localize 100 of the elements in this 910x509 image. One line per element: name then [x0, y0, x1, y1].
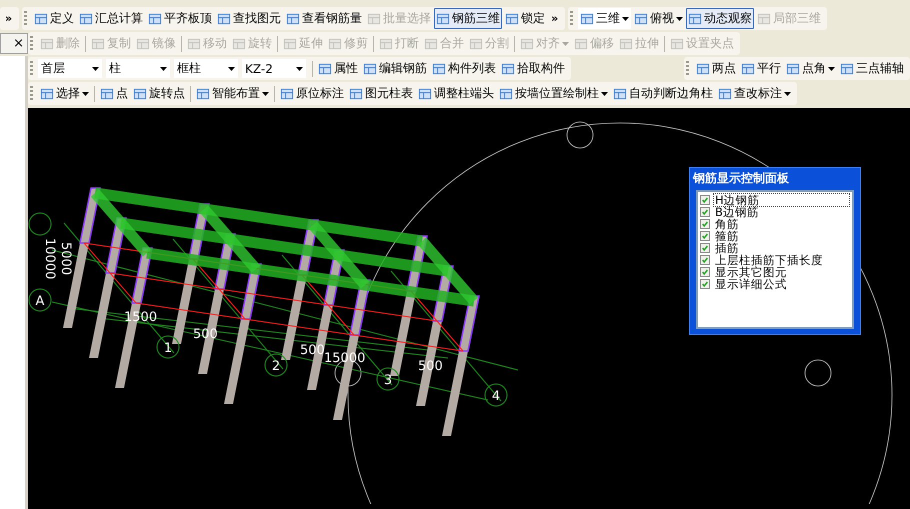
- toolbar-button[interactable]: 钢筋三维: [434, 8, 502, 29]
- tool-icon: [840, 62, 854, 76]
- tool-icon: [328, 36, 342, 50]
- checkbox[interactable]: [700, 279, 710, 289]
- toolbar-button[interactable]: 选择: [38, 83, 91, 104]
- tool-icon: [318, 62, 332, 76]
- level-dropdown[interactable]: KZ-2: [242, 59, 306, 78]
- caret-icon: [784, 92, 791, 96]
- checkbox[interactable]: [700, 219, 710, 229]
- toolbar-button[interactable]: 点: [98, 83, 130, 104]
- toolbar-button[interactable]: 查找图元: [215, 8, 284, 29]
- checkbox-label[interactable]: 角筋: [713, 217, 741, 231]
- toolbar-button[interactable]: 智能布置: [194, 83, 271, 104]
- toolbar-button[interactable]: 属性: [316, 58, 360, 79]
- toolbar-button[interactable]: 点角: [784, 58, 837, 79]
- tool-icon: [718, 86, 732, 100]
- level-dropdown[interactable]: 首层: [38, 59, 102, 78]
- toolbar-button[interactable]: 原位标注: [278, 83, 346, 104]
- caret-icon: [562, 42, 569, 46]
- toolbar-button[interactable]: 三维: [578, 8, 632, 29]
- toolbar-button[interactable]: 编辑钢筋: [361, 58, 429, 79]
- tool-icon: [367, 12, 382, 26]
- tool-icon: [499, 86, 513, 100]
- tool-icon: [34, 12, 48, 26]
- toolbar-button[interactable]: 查看钢筋量: [284, 8, 364, 29]
- axis-bubble: [156, 336, 180, 358]
- toolbar-button[interactable]: 平齐板顶: [146, 8, 214, 29]
- checkbox-label[interactable]: 插筋: [713, 241, 741, 255]
- checkbox-label[interactable]: B边钢筋: [713, 205, 761, 219]
- checkbox-label[interactable]: 显示详细公式: [713, 277, 789, 291]
- tool-icon: [634, 12, 648, 26]
- toolbar-button[interactable]: 两点: [694, 58, 738, 79]
- close-button[interactable]: ×: [0, 33, 28, 54]
- axis-label: 3: [384, 373, 392, 388]
- tool-icon: [379, 36, 393, 50]
- tool-icon: [133, 86, 147, 100]
- level-dropdown[interactable]: 框柱: [174, 59, 238, 78]
- axis-bubble: [28, 212, 52, 236]
- caret-icon: [622, 16, 630, 20]
- axis-label: 2: [272, 359, 280, 374]
- axis-bubble: [484, 384, 508, 406]
- checkbox[interactable]: [700, 255, 710, 265]
- axis-label: A: [36, 294, 44, 309]
- checkbox[interactable]: [700, 195, 710, 205]
- tool-icon: [136, 36, 150, 50]
- tool-icon: [148, 12, 162, 26]
- toolbar-button[interactable]: 拾取构件: [499, 58, 567, 79]
- tool-icon: [757, 12, 772, 26]
- toolbar-button[interactable]: 平行: [739, 58, 783, 79]
- axis-bubble: [264, 354, 288, 376]
- axis-label: 1: [164, 341, 172, 356]
- caret-icon: [160, 66, 167, 70]
- toolbar-button[interactable]: 旋转点: [131, 83, 187, 104]
- orbit-handle[interactable]: [566, 122, 594, 148]
- toolbar-button[interactable]: 动态观察: [686, 8, 754, 29]
- level-dropdown[interactable]: 柱: [106, 59, 170, 78]
- toolbar-button[interactable]: 锁定: [503, 8, 548, 29]
- tool-icon: [688, 12, 702, 26]
- caret-icon: [828, 66, 835, 70]
- toolbar-button[interactable]: 自动判断边角柱: [611, 83, 715, 104]
- checkbox[interactable]: [700, 267, 710, 277]
- tool-icon: [40, 86, 54, 100]
- checkbox[interactable]: [700, 243, 710, 253]
- toolbar-button[interactable]: 按墙位置绘制柱: [497, 83, 610, 104]
- orbit-handle[interactable]: [804, 360, 832, 386]
- checkbox-label[interactable]: 箍筋: [713, 229, 741, 243]
- axis-bubble: [28, 288, 52, 312]
- tool-icon: [786, 62, 800, 76]
- tool-icon: [696, 62, 710, 76]
- tool-icon: [580, 12, 594, 26]
- toolbar-button[interactable]: 汇总计算: [77, 8, 146, 29]
- checkbox-label[interactable]: 上层柱插筋下插长度: [713, 253, 825, 267]
- tool-icon: [670, 36, 684, 50]
- checkbox[interactable]: [700, 207, 710, 217]
- caret-icon: [601, 92, 608, 96]
- toolbar-button[interactable]: 三点辅轴: [838, 58, 906, 79]
- toolbar-button[interactable]: 定义: [32, 8, 76, 29]
- tool-icon: [187, 36, 201, 50]
- tool-icon: [432, 62, 446, 76]
- dimension-text: 5000: [58, 242, 73, 276]
- toolbar-button[interactable]: 俯视: [632, 8, 686, 29]
- tool-icon: [418, 86, 432, 100]
- tool-icon: [283, 36, 297, 50]
- toolbar-button[interactable]: 调整柱端头: [416, 83, 496, 104]
- tool-icon: [100, 86, 114, 100]
- tool-icon: [280, 86, 294, 100]
- toolbar-button[interactable]: 构件列表: [430, 58, 498, 79]
- checkbox-label[interactable]: 显示其它图元: [713, 265, 789, 279]
- tool-icon: [363, 62, 377, 76]
- toolbar-button[interactable]: 查改标注: [716, 83, 793, 104]
- checkbox[interactable]: [700, 231, 710, 241]
- checkbox-label[interactable]: H边钢筋: [713, 193, 850, 207]
- tool-icon: [217, 12, 232, 26]
- caret-icon: [296, 66, 303, 70]
- toolbar-button[interactable]: 图元柱表: [347, 83, 415, 104]
- tool-icon: [574, 36, 588, 50]
- caret-icon: [676, 16, 684, 20]
- overflow-chevron[interactable]: »: [548, 12, 562, 25]
- tool-icon: [40, 36, 54, 50]
- axis-bubble: [376, 368, 400, 390]
